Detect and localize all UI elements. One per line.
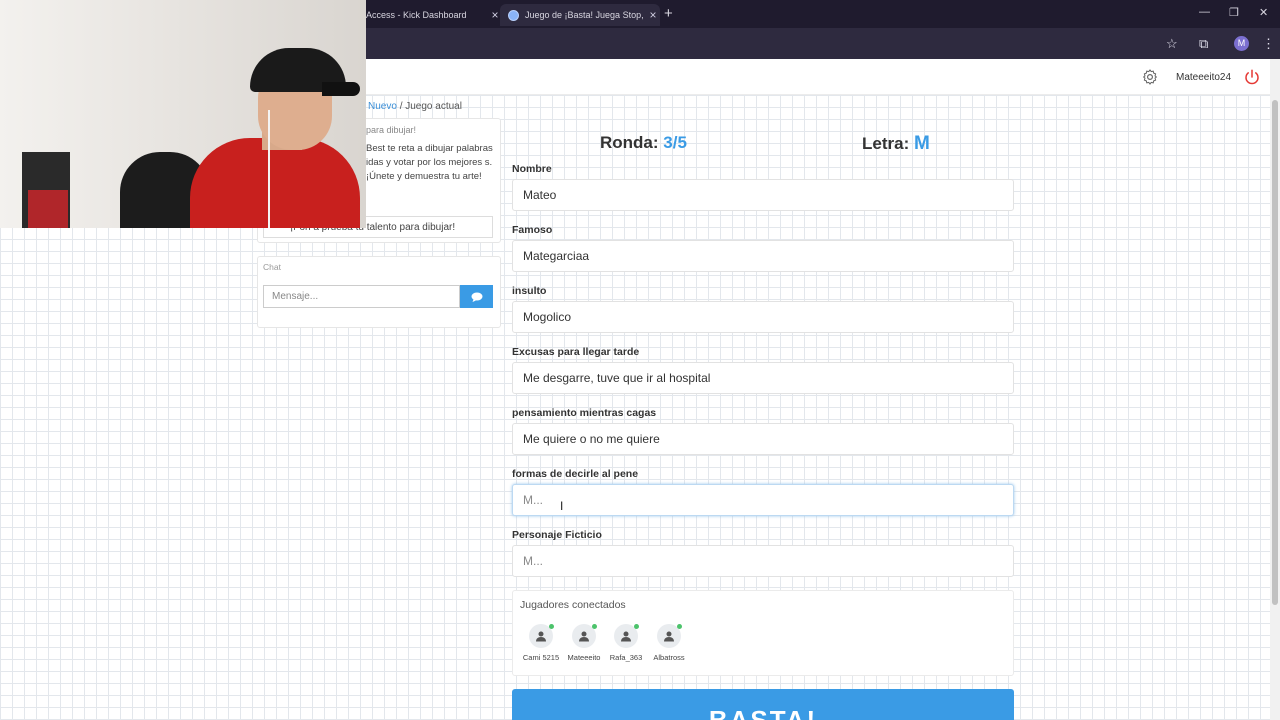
field-input-formas[interactable]: [512, 484, 1014, 516]
gear-icon[interactable]: [1141, 68, 1159, 86]
breadcrumb: Nuevo / Juego actual: [368, 101, 462, 112]
webcam-cap-bill: [322, 82, 360, 96]
field-input-insulto[interactable]: [512, 301, 1014, 333]
chat-title: Chat: [263, 262, 281, 272]
close-icon[interactable]: ×: [646, 8, 660, 22]
user-avatar-icon: [529, 624, 554, 648]
field-input-nombre[interactable]: [512, 179, 1014, 211]
breadcrumb-link-nuevo[interactable]: Nuevo: [368, 101, 397, 112]
browser-tab-basta[interactable]: Juego de ¡Basta! Juega Stop, Tu ×: [500, 4, 660, 26]
browser-tab-kick[interactable]: Access - Kick Dashboard ×: [366, 4, 502, 26]
user-avatar-icon: [614, 624, 639, 648]
player-name: Mateeeito: [567, 653, 601, 662]
webcam-flag: [28, 190, 68, 228]
player-name: Rafa_363: [609, 653, 643, 662]
field-label-pensamiento: pensamiento mientras cagas: [512, 407, 657, 419]
tab-title: Access - Kick Dashboard: [366, 10, 467, 20]
field-label-insulto: insulto: [512, 285, 547, 297]
power-icon[interactable]: [1243, 68, 1261, 86]
bookmark-star-icon[interactable]: ☆: [1166, 36, 1178, 52]
basta-submit-button[interactable]: BASTA!: [512, 689, 1014, 720]
more-menu-icon[interactable]: ⋮: [1262, 36, 1275, 52]
webcam-person-shirt: [190, 138, 360, 228]
breadcrumb-separator: /: [399, 101, 403, 112]
extensions-icon[interactable]: ⧉: [1199, 36, 1208, 52]
profile-avatar[interactable]: M: [1234, 36, 1249, 51]
info-card-text: Best te reta a dibujar palabras idas y v…: [366, 143, 493, 182]
text-cursor-icon: I: [560, 499, 564, 513]
player-item[interactable]: Rafa_363: [602, 624, 650, 662]
favicon-icon: [508, 9, 519, 21]
user-avatar-icon: [572, 624, 597, 648]
user-avatar-icon: [657, 624, 682, 648]
field-label-excusas: Excusas para llegar tarde: [512, 346, 640, 358]
new-tab-button[interactable]: +: [664, 5, 673, 22]
webcam-overlay: [0, 0, 366, 228]
letter-indicator: Letra: M: [862, 133, 930, 155]
webcam-earphone-cable: [268, 110, 270, 228]
round-indicator: Ronda: 3/5: [600, 133, 687, 153]
letter-label: Letra:: [862, 134, 910, 153]
tab-title: Juego de ¡Basta! Juega Stop, Tu: [525, 10, 646, 20]
field-input-personaje[interactable]: [512, 545, 1014, 577]
player-name: Cami 5215: [522, 653, 560, 662]
scrollbar-thumb[interactable]: [1272, 100, 1278, 605]
player-item[interactable]: Mateeeito: [560, 624, 608, 662]
field-label-nombre: Nombre: [512, 163, 552, 175]
info-card-title: para dibujar!: [366, 125, 417, 135]
minimize-button[interactable]: —: [1199, 6, 1210, 18]
letter-value: M: [913, 133, 930, 154]
chat-message-input[interactable]: [263, 285, 460, 308]
round-value: 3/5: [663, 133, 687, 152]
online-status-dot: [677, 624, 682, 629]
field-input-pensamiento[interactable]: [512, 423, 1014, 455]
field-input-famoso[interactable]: [512, 240, 1014, 272]
chat-send-button[interactable]: [460, 285, 493, 308]
breadcrumb-current: Juego actual: [405, 101, 462, 112]
player-name: Albatross: [653, 653, 685, 662]
online-status-dot: [634, 624, 639, 629]
field-label-personaje: Personaje Ficticio: [512, 529, 602, 541]
maximize-button[interactable]: ❐: [1229, 6, 1239, 19]
window-close-button[interactable]: ✕: [1259, 6, 1268, 19]
round-label: Ronda:: [600, 133, 659, 152]
player-item[interactable]: Cami 5215: [517, 624, 565, 662]
online-status-dot: [549, 624, 554, 629]
field-input-excusas[interactable]: [512, 362, 1014, 394]
online-status-dot: [592, 624, 597, 629]
field-label-formas: formas de decirle al pene: [512, 468, 639, 480]
player-item[interactable]: Albatross: [645, 624, 693, 662]
field-label-famoso: Famoso: [512, 224, 553, 236]
players-title: Jugadores conectados: [520, 599, 626, 611]
chat-bubble-icon: [471, 292, 482, 302]
username-label[interactable]: Mateeeito24: [1176, 72, 1231, 83]
